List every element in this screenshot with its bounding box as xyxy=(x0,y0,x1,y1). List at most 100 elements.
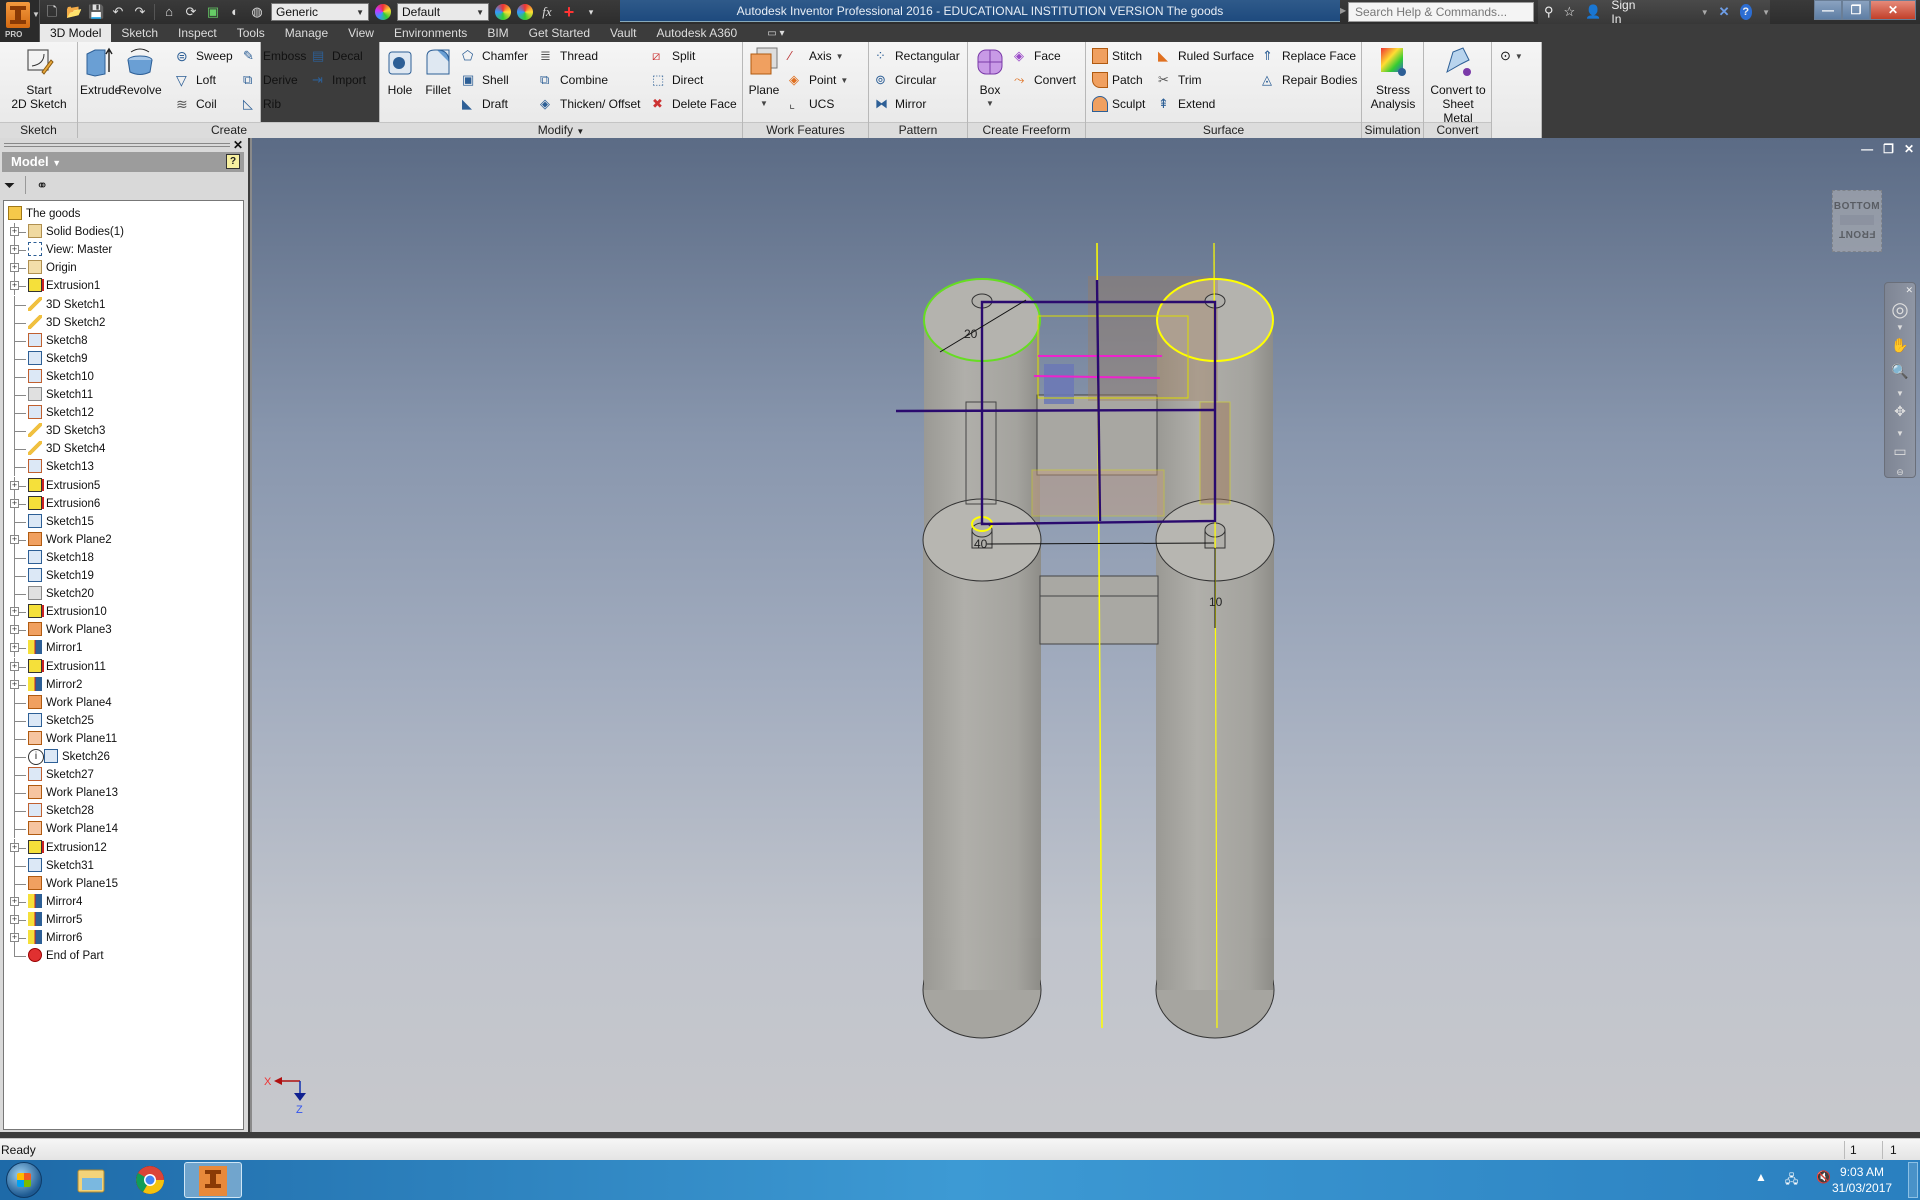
emboss-button[interactable]: ✎ Emboss xyxy=(243,46,306,66)
expand-icon[interactable]: + xyxy=(10,245,19,255)
ribbon-overflow-button[interactable]: ⊙ ▼ xyxy=(1500,46,1523,66)
browser-node[interactable]: Work Plane11 xyxy=(4,729,240,748)
rib-button[interactable]: ◺ Rib xyxy=(243,94,281,114)
revolve-button[interactable]: Revolve xyxy=(118,46,162,97)
extend-button[interactable]: ⇞ Extend xyxy=(1158,94,1215,114)
trim-button[interactable]: ✂ Trim xyxy=(1158,70,1202,90)
parameters-icon[interactable]: fx xyxy=(539,4,555,20)
browser-node[interactable]: Sketch27 xyxy=(4,766,240,785)
rectangular-pattern-button[interactable]: ⁘ Rectangular xyxy=(875,46,960,66)
material-icon[interactable]: ◍ xyxy=(249,4,265,20)
browser-node[interactable]: Work Plane13 xyxy=(4,784,240,803)
panel-title-modify[interactable]: Modify ▼ xyxy=(380,122,742,138)
expand-icon[interactable]: + xyxy=(10,498,19,508)
combine-button[interactable]: ⧉ Combine xyxy=(540,70,608,90)
browser-node[interactable]: Sketch31 xyxy=(4,856,240,875)
browser-title-dropdown[interactable]: Model ▼ xyxy=(11,154,61,169)
browser-node[interactable]: 3D Sketch2 xyxy=(4,313,240,332)
expand-icon[interactable]: + xyxy=(10,625,19,635)
appearance-dropdown[interactable]: Default ▼ xyxy=(397,3,489,21)
expand-icon[interactable]: + xyxy=(10,933,19,942)
browser-node[interactable]: Sketch18 xyxy=(4,548,240,567)
convert-button[interactable]: ⤳ Convert xyxy=(1014,70,1076,90)
search-help-input[interactable]: Search Help & Commands... xyxy=(1348,2,1534,22)
top-connecting-block[interactable] xyxy=(1036,394,1158,476)
browser-node[interactable]: End of Part xyxy=(4,947,240,965)
tab-vault[interactable]: Vault xyxy=(600,24,646,42)
browser-node[interactable]: Work Plane4 xyxy=(4,693,240,712)
browser-node[interactable]: + Mirror5 xyxy=(4,910,240,929)
browser-node[interactable]: Work Plane15 xyxy=(4,874,240,893)
browser-node[interactable]: 3D Sketch4 xyxy=(4,440,240,459)
sweep-button[interactable]: ⊜ Sweep xyxy=(176,46,233,66)
tab-inspect[interactable]: Inspect xyxy=(168,24,227,42)
chamfer-button[interactable]: ⬠ Chamfer xyxy=(462,46,528,66)
expand-icon[interactable]: + xyxy=(10,679,19,689)
browser-node[interactable]: i Sketch26 xyxy=(4,748,240,766)
tab-view[interactable]: View xyxy=(338,24,384,42)
browser-node[interactable]: + Extrusion6 xyxy=(4,494,240,513)
point-button[interactable]: ◈ Point ▼ xyxy=(789,70,848,90)
expand-icon[interactable]: + xyxy=(10,607,19,617)
help-icon[interactable]: ? xyxy=(1739,4,1753,20)
browser-close-icon[interactable]: ✕ xyxy=(233,138,243,152)
tab-bim[interactable]: BIM xyxy=(477,24,518,42)
restore-button[interactable]: ❐ xyxy=(1842,0,1870,20)
browser-node[interactable]: Work Plane14 xyxy=(4,820,240,839)
hole-button[interactable]: Hole xyxy=(382,46,418,97)
browser-node[interactable]: + Origin xyxy=(4,259,240,278)
draft-button[interactable]: ◣ Draft xyxy=(462,94,508,114)
browser-node[interactable]: Sketch28 xyxy=(4,802,240,821)
home-icon[interactable]: ⌂ xyxy=(161,4,177,20)
repair-bodies-button[interactable]: ◬ Repair Bodies xyxy=(1262,70,1357,90)
browser-node[interactable]: + Mirror2 xyxy=(4,675,240,694)
expand-icon[interactable]: + xyxy=(10,263,19,273)
graphics-window[interactable]: — ❐ ✕ BOTTOM FRONT ✕ ◎ ▼ ✋ 🔍 ▼ ✥ ▼ ▭ ⊖ 2… xyxy=(250,138,1920,1132)
show-hidden-icons[interactable]: ▲ xyxy=(1755,1170,1767,1191)
coil-button[interactable]: ≋ Coil xyxy=(176,94,217,114)
chevron-down-icon[interactable]: ▼ xyxy=(1762,8,1770,17)
face-button[interactable]: ◈ Face xyxy=(1014,46,1061,66)
stitch-button[interactable]: Stitch xyxy=(1092,46,1142,66)
expand-icon[interactable]: + xyxy=(10,480,19,490)
width-dimension-value[interactable]: 40 xyxy=(974,537,988,551)
browser-node[interactable]: Sketch25 xyxy=(4,711,240,730)
browser-node[interactable]: Sketch10 xyxy=(4,367,240,386)
expand-icon[interactable]: + xyxy=(10,534,19,544)
expand-icon[interactable]: + xyxy=(10,842,19,852)
customize-toolbar-icon[interactable]: ▾ xyxy=(583,4,599,20)
extrude-button[interactable]: Extrude xyxy=(80,46,121,97)
minimize-button[interactable]: — xyxy=(1814,0,1842,20)
sign-in-link[interactable]: Sign In xyxy=(1611,0,1640,26)
show-desktop-button[interactable] xyxy=(1908,1162,1918,1198)
browser-node[interactable]: + Extrusion12 xyxy=(4,838,240,857)
offset-dimension-value[interactable]: 10 xyxy=(1209,595,1223,609)
select-icon[interactable]: ▣ xyxy=(205,4,221,20)
tab-environments[interactable]: Environments xyxy=(384,24,477,42)
browser-node[interactable]: + Extrusion11 xyxy=(4,657,240,676)
direct-button[interactable]: ⬚ Direct xyxy=(652,70,703,90)
redo-icon[interactable]: ↷ xyxy=(132,4,148,20)
loft-button[interactable]: ▽ Loft xyxy=(176,70,216,90)
taskbar-chrome[interactable] xyxy=(128,1162,172,1198)
expand-icon[interactable]: + xyxy=(10,914,19,924)
browser-node[interactable]: + Extrusion1 xyxy=(4,277,240,296)
front-left-cylinder[interactable] xyxy=(922,498,1042,1039)
tab-get-started[interactable]: Get Started xyxy=(519,24,600,42)
ribbon-minimize-icon[interactable]: ▭ ▾ xyxy=(747,28,784,39)
material-dropdown[interactable]: Generic ▼ xyxy=(271,3,369,21)
replace-face-button[interactable]: ⇑ Replace Face xyxy=(1262,46,1356,66)
save-icon[interactable]: 💾 xyxy=(88,4,104,20)
find-binoculars-icon[interactable]: ⚭ xyxy=(36,177,48,194)
browser-node[interactable]: + View: Master xyxy=(4,241,240,260)
browser-root-node[interactable]: The goods xyxy=(4,205,240,223)
expand-icon[interactable]: + xyxy=(10,661,19,671)
add-icon[interactable]: + xyxy=(561,3,577,21)
browser-node[interactable]: 3D Sketch1 xyxy=(4,295,240,314)
browser-node[interactable]: + Mirror6 xyxy=(4,929,240,947)
undo-icon[interactable]: ↶ xyxy=(110,4,126,20)
application-menu-button[interactable]: PRO ▼ xyxy=(0,0,40,42)
tab-3d-model[interactable]: 3D Model xyxy=(40,24,112,42)
close-button[interactable]: ✕ xyxy=(1870,0,1916,20)
decal-button[interactable]: ▤ Decal xyxy=(312,46,363,66)
